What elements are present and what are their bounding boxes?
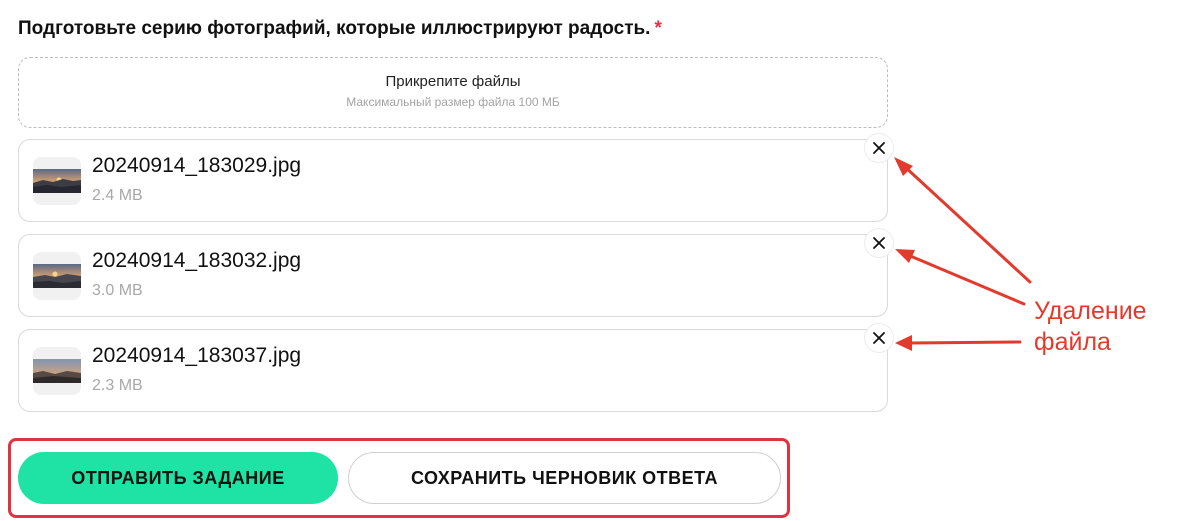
file-thumbnail — [33, 252, 81, 300]
file-name: 20240914_183032.jpg — [92, 249, 302, 272]
annotation-arrow — [895, 335, 1022, 351]
upload-hint: Максимальный размер файла 100 МБ — [346, 95, 560, 109]
file-thumbnail — [33, 347, 81, 395]
close-icon — [873, 142, 885, 154]
upload-title: Прикрепите файлы — [385, 73, 521, 90]
annotation-line: Удаление — [1034, 297, 1147, 325]
file-name: 20240914_183037.jpg — [92, 344, 302, 367]
file-card: 20240914_183029.jpg 2.4 MB — [18, 139, 888, 222]
question-text: Подготовьте серию фотографий, которые ил… — [18, 18, 651, 39]
file-card: 20240914_183037.jpg 2.3 MB — [18, 329, 888, 412]
save-draft-button[interactable]: СОХРАНИТЬ ЧЕРНОВИК ОТВЕТА — [348, 452, 781, 504]
annotation-line: файла — [1034, 328, 1111, 356]
file-upload-dropzone[interactable]: Прикрепите файлы Максимальный размер фай… — [18, 57, 888, 128]
remove-file-button[interactable] — [865, 324, 893, 352]
photo-thumbnail-image — [33, 264, 81, 288]
remove-file-button[interactable] — [865, 229, 893, 257]
remove-file-button[interactable] — [865, 134, 893, 162]
close-icon — [873, 332, 885, 344]
file-size: 2.3 MB — [92, 377, 143, 394]
close-icon — [873, 237, 885, 249]
file-size: 2.4 MB — [92, 187, 143, 204]
question-title: Подготовьте серию фотографий, которые ил… — [18, 18, 662, 40]
file-size: 3.0 MB — [92, 282, 143, 299]
photo-thumbnail-image — [33, 359, 81, 383]
file-thumbnail — [33, 157, 81, 205]
annotation-arrow — [894, 157, 1032, 284]
submit-task-button[interactable]: ОТПРАВИТЬ ЗАДАНИЕ — [18, 452, 338, 504]
file-name: 20240914_183029.jpg — [92, 154, 302, 177]
required-asterisk: * — [654, 18, 662, 39]
file-card: 20240914_183032.jpg 3.0 MB — [18, 234, 888, 317]
annotation-label: Удаление файла — [1034, 296, 1147, 358]
photo-thumbnail-image — [33, 169, 81, 193]
annotation-arrow — [895, 249, 1026, 306]
